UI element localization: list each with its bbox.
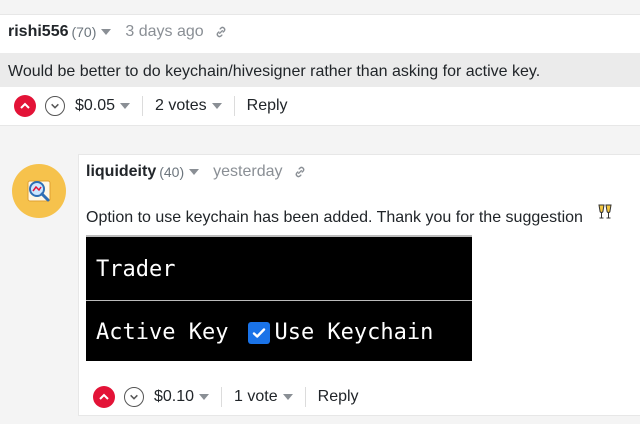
- permalink-icon[interactable]: [214, 25, 228, 39]
- comment-card: liquideity (40) yesterday Option to use …: [78, 154, 640, 416]
- embedded-screenshot: Trader Active Key Use Keychain: [86, 235, 472, 361]
- comment-footer: $0.05 2 votes Reply: [14, 95, 288, 117]
- embed-field-label: Active Key: [96, 320, 229, 345]
- author-reputation: (40): [159, 164, 185, 180]
- author-reputation: (70): [71, 24, 97, 40]
- footer-divider: [221, 387, 223, 407]
- comment-body: Option to use keychain has been added. T…: [86, 202, 615, 227]
- payout-value[interactable]: $0.05: [75, 97, 115, 115]
- chevron-up-icon: [99, 393, 109, 400]
- upvote-button[interactable]: [14, 95, 36, 117]
- reply-button[interactable]: Reply: [318, 388, 359, 406]
- downvote-button[interactable]: [45, 96, 65, 116]
- comment-timestamp[interactable]: 3 days ago: [125, 23, 203, 41]
- reply-button[interactable]: Reply: [247, 97, 288, 115]
- embed-keychain-row: Active Key Use Keychain: [96, 320, 433, 345]
- embed-top-rule: [86, 235, 472, 237]
- checkmark-icon: [253, 327, 266, 338]
- comment-timestamp[interactable]: yesterday: [213, 163, 282, 181]
- footer-divider: [304, 387, 306, 407]
- magnifier-chart-icon: [27, 180, 51, 202]
- author-name[interactable]: liquideity: [86, 163, 156, 181]
- author-name[interactable]: rishi556: [8, 23, 68, 41]
- vote-count[interactable]: 1 vote: [234, 388, 278, 406]
- chevron-up-icon: [20, 102, 30, 109]
- embed-checkbox-label: Use Keychain: [274, 320, 434, 345]
- embed-divider: [86, 300, 472, 301]
- embed-heading: Trader: [96, 257, 176, 282]
- votes-caret-icon[interactable]: [211, 103, 222, 109]
- upvote-button[interactable]: [93, 386, 115, 408]
- champagne-glasses-icon: [595, 202, 615, 222]
- footer-divider: [233, 96, 235, 116]
- vote-count[interactable]: 2 votes: [155, 97, 207, 115]
- permalink-icon[interactable]: [293, 165, 307, 179]
- payout-value[interactable]: $0.10: [154, 388, 194, 406]
- comment-footer: $0.10 1 vote Reply: [93, 386, 359, 408]
- payout-caret-icon[interactable]: [199, 394, 210, 400]
- author-menu-caret-icon[interactable]: [189, 169, 200, 175]
- avatar[interactable]: [12, 164, 66, 218]
- comment-body: Would be better to do keychain/hivesigne…: [8, 63, 541, 80]
- chevron-down-icon: [51, 103, 59, 109]
- downvote-button[interactable]: [124, 387, 144, 407]
- comment-card: rishi556 (70) 3 days ago Would be better…: [0, 14, 640, 126]
- votes-caret-icon[interactable]: [282, 394, 293, 400]
- keychain-checkbox: [248, 321, 271, 344]
- comment-header: liquideity (40) yesterday: [86, 163, 307, 181]
- payout-caret-icon[interactable]: [120, 103, 131, 109]
- comment-header: rishi556 (70) 3 days ago: [8, 23, 228, 41]
- chevron-down-icon: [130, 394, 138, 400]
- comment-body-text: Option to use keychain has been added. T…: [86, 209, 583, 226]
- author-menu-caret-icon[interactable]: [101, 29, 112, 35]
- footer-divider: [142, 96, 144, 116]
